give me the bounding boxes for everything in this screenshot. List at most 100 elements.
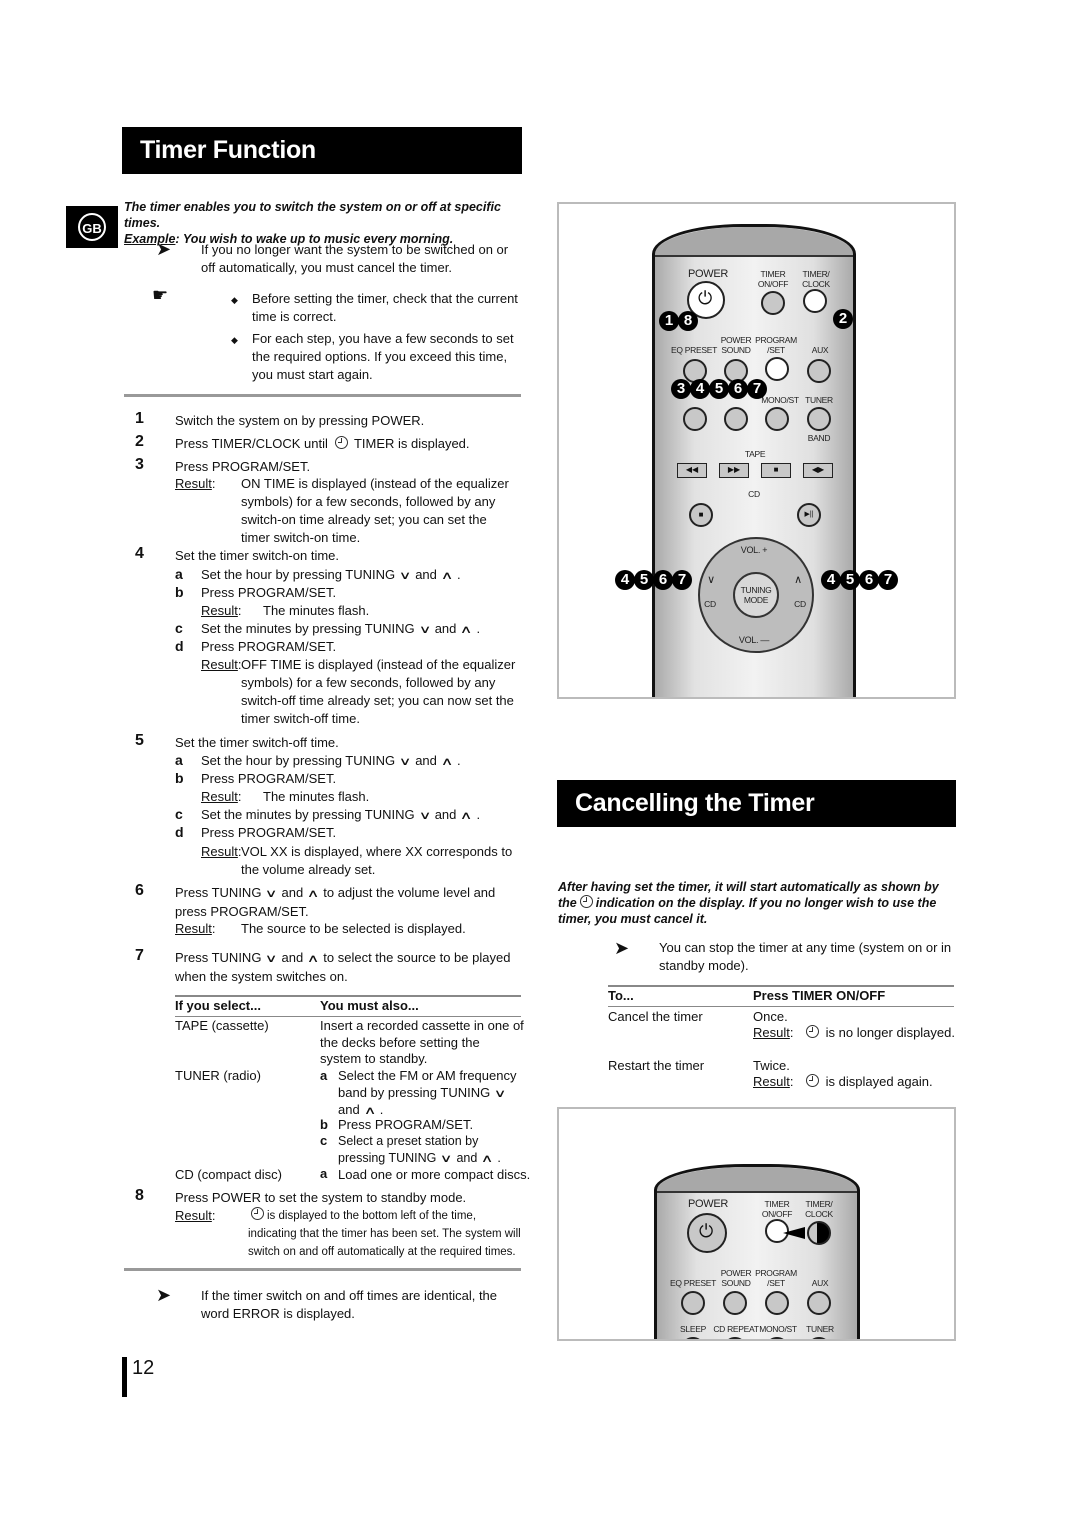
label-power: POWER <box>687 268 729 280</box>
cd-play-pause-button[interactable]: ▶|| <box>797 503 821 527</box>
label-aux: AUX <box>811 1278 829 1288</box>
step-text: Press PROGRAM/SET. <box>175 459 311 474</box>
substep-letter: a <box>175 752 183 768</box>
step-number: 7 <box>135 947 144 964</box>
label-tuner: TUNER <box>805 395 833 405</box>
table-cell-action: Insert a recorded cassette in one of the… <box>320 1018 524 1066</box>
step-badge: 4 <box>615 570 635 590</box>
arrow-note-icon: ➤ <box>614 938 630 958</box>
pointer-arrow-icon <box>783 1227 805 1239</box>
divider <box>124 394 521 397</box>
tuner-button[interactable] <box>807 1337 831 1339</box>
table-cell-action: Load one or more compact discs. <box>338 1167 531 1182</box>
step-text: Press TUNING ∨ and ∧ to adjust the volume le… <box>175 884 520 921</box>
clock-icon <box>579 895 593 908</box>
step-text-part: Press TUNING <box>175 885 262 900</box>
result-label-text: Result <box>201 603 238 618</box>
cancel-intro-text: After having set the timer, it will star… <box>558 879 953 927</box>
and-text: and <box>434 807 457 822</box>
substep-letter: d <box>175 824 184 840</box>
tuning-down-icon: ∨ <box>398 570 412 582</box>
cd-repeat-button[interactable] <box>723 1337 747 1339</box>
and-text: and <box>434 621 457 636</box>
tuning-mode-button[interactable]: TUNING MODE <box>733 572 779 618</box>
label-timer-clock: TIMER/ CLOCK <box>805 1199 833 1219</box>
and-text: and <box>456 1150 478 1165</box>
timer-clock-button[interactable] <box>803 289 827 313</box>
tuning-down-icon: ∨ <box>440 1152 453 1165</box>
substep-letter: a <box>320 1068 328 1083</box>
tuner-band-button[interactable] <box>807 407 831 431</box>
intro-part: indication on the display. If you no lon… <box>558 896 937 926</box>
eq-preset-button[interactable] <box>681 1291 705 1315</box>
substep-letter: c <box>320 1133 328 1148</box>
note-cancel-timer: If you no longer want the system to be s… <box>201 242 509 275</box>
step-badges-timer-clock: 2 <box>833 309 853 329</box>
step-badge: 5 <box>709 379 729 399</box>
vol-up-button[interactable]: VOL. + <box>734 545 774 555</box>
tape-play-button[interactable]: ◀▶ <box>803 463 833 478</box>
result-label-text: Result <box>175 476 212 491</box>
step-number: 1 <box>135 410 144 427</box>
clock-icon <box>806 1074 819 1087</box>
tape-stop-button[interactable]: ■ <box>761 463 791 478</box>
timer-clock-button[interactable] <box>807 1221 831 1245</box>
aux-button[interactable] <box>807 1291 831 1315</box>
mono-st-button[interactable] <box>765 1337 789 1339</box>
result-label: Result: <box>753 1025 794 1040</box>
step-badge: 2 <box>833 309 853 329</box>
substep-text: Set the minutes by pressing TUNING ∨ and ∧. <box>201 620 480 639</box>
substep-text-part: Set the minutes by pressing TUNING <box>201 807 415 822</box>
cd-prev-button[interactable]: CD <box>699 599 721 609</box>
result-label: Result: <box>201 789 242 804</box>
clock-icon <box>251 1207 264 1220</box>
table-header: If you select... <box>175 998 261 1013</box>
mono-st-button[interactable] <box>765 407 789 431</box>
power-sound-button[interactable] <box>723 1291 747 1315</box>
step-badges-tuning-down: 4567 <box>615 570 692 590</box>
tuning-down-button[interactable]: ∨ <box>701 575 721 586</box>
vol-down-button[interactable]: VOL. — <box>734 635 774 645</box>
note-stop-timer: You can stop the timer at any time (syst… <box>659 940 952 973</box>
result-label: Result: <box>201 844 242 859</box>
table-header-rule <box>608 1006 954 1007</box>
power-button[interactable]: ⏻ <box>687 1213 727 1253</box>
cd-next-button[interactable]: CD <box>789 599 811 609</box>
table-header: Press TIMER ON/OFF <box>753 988 886 1003</box>
step-badges-power: 18 <box>659 311 698 331</box>
tuning-up-icon: ∧ <box>306 953 320 965</box>
step-number: 8 <box>135 1187 144 1204</box>
tape-forward-button[interactable]: ▶▶ <box>719 463 749 478</box>
tuning-up-button[interactable]: ∧ <box>788 575 808 586</box>
result-text: ON TIME is displayed (instead of the equ… <box>241 476 509 545</box>
cd-stop-button[interactable]: ■ <box>689 503 713 527</box>
label-timer-onoff: TIMER ON/OFF <box>757 269 789 289</box>
sleep-button[interactable] <box>681 1337 705 1339</box>
program-set-button[interactable] <box>765 1291 789 1315</box>
tuning-down-icon: ∨ <box>265 888 278 900</box>
table-header-rule <box>175 1016 521 1017</box>
result-text: VOL XX is displayed, where XX correspond… <box>241 844 513 877</box>
language-badge: GB <box>66 206 118 248</box>
table-cell-to: Restart the timer <box>608 1058 705 1073</box>
program-set-button[interactable] <box>765 357 789 381</box>
table-cell-source: TAPE (cassette) <box>175 1018 269 1033</box>
power-icon: ⏻ <box>699 1221 714 1241</box>
step-badge: 3 <box>671 379 691 399</box>
arrow-note-icon: ➤ <box>156 239 172 259</box>
intro-line: The timer enables you to switch the syst… <box>124 200 501 230</box>
label-eq-preset: EQ PRESET <box>671 345 717 355</box>
arrow-note-icon: ➤ <box>156 1285 172 1305</box>
aux-button[interactable] <box>807 359 831 383</box>
substep-letter: b <box>320 1117 328 1132</box>
and-text: and <box>338 1102 360 1117</box>
step-badge: 6 <box>859 570 879 590</box>
tape-rewind-button[interactable]: ◀◀ <box>677 463 707 478</box>
result-text: OFF TIME is displayed (instead of the eq… <box>241 657 516 726</box>
cd-repeat-button[interactable] <box>724 407 748 431</box>
timer-onoff-button[interactable] <box>761 291 785 315</box>
result-label-text: Result <box>201 657 238 672</box>
sleep-button[interactable] <box>683 407 707 431</box>
step-number: 4 <box>135 545 144 562</box>
result-label-text: Result <box>175 921 212 936</box>
